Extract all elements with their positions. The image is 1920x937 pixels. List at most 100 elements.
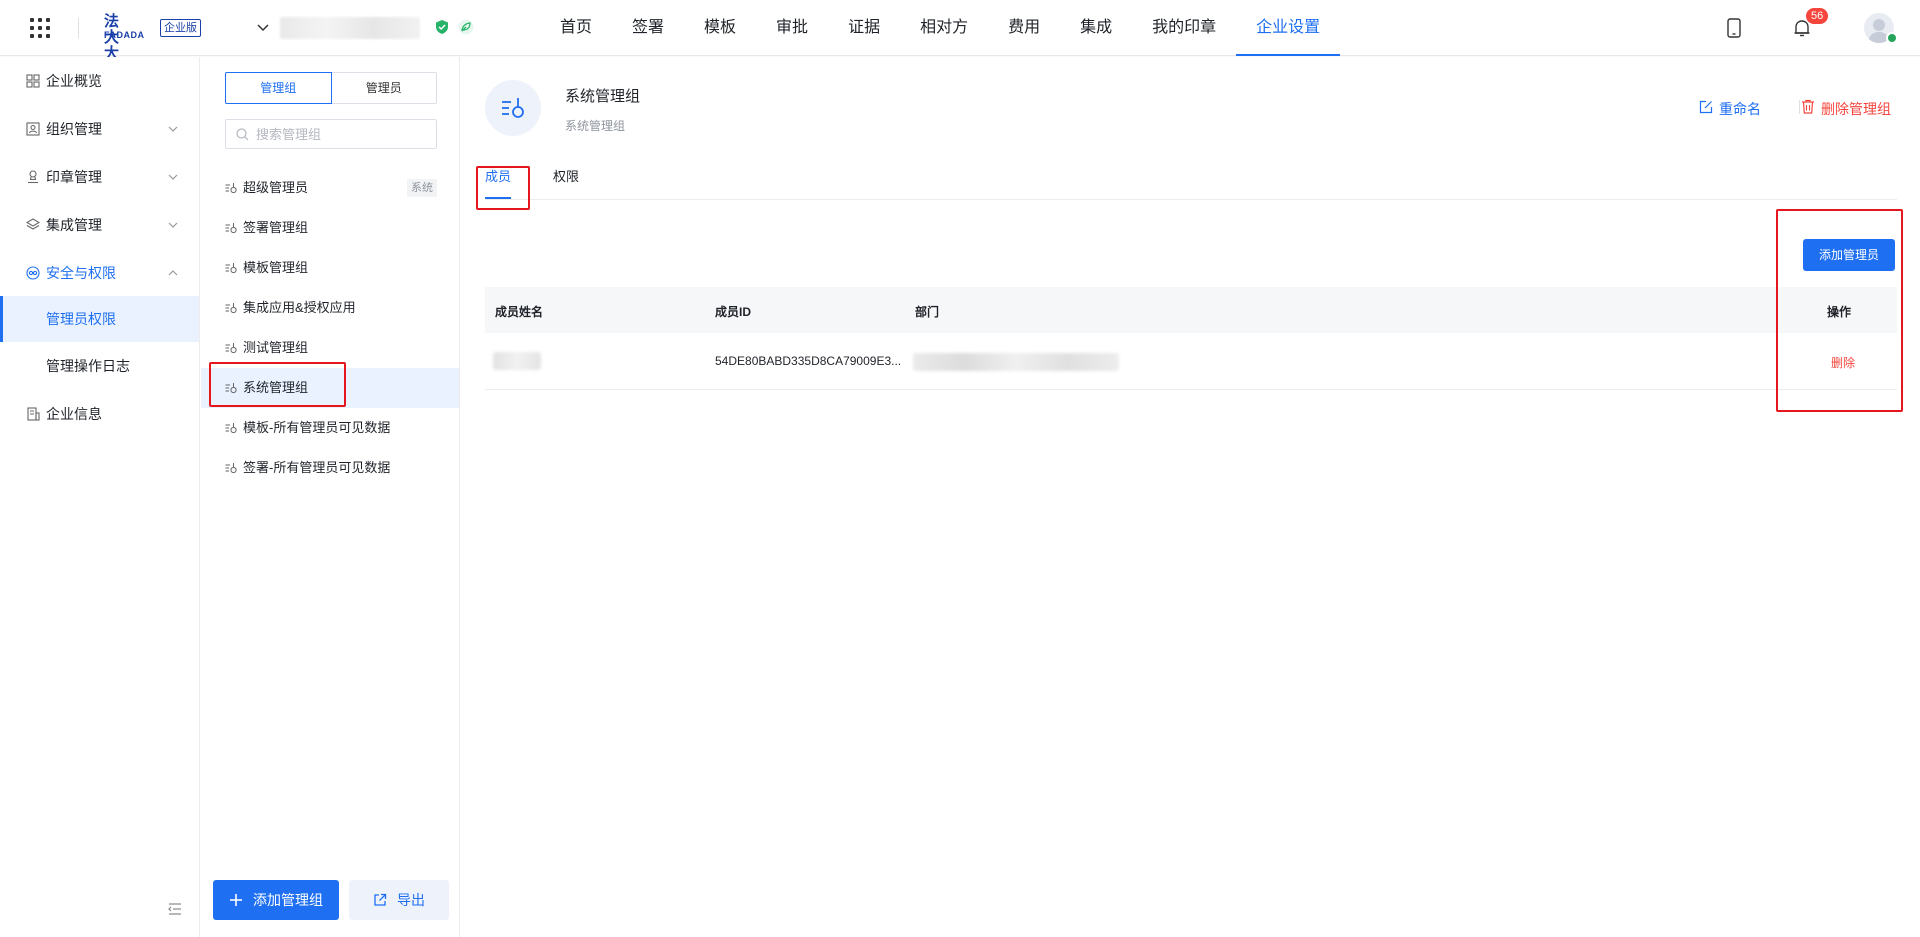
sidebar-item-label: 组织管理 [46, 121, 102, 137]
rename-label: 重命名 [1719, 101, 1761, 117]
nav-enterprise-settings[interactable]: 企业设置 [1236, 0, 1341, 56]
group-search-input[interactable] [256, 124, 428, 144]
org-name-blurred[interactable] [280, 17, 420, 39]
edition-badge: 企业版 [160, 19, 201, 37]
shield-check-icon [436, 20, 448, 34]
chevron-down-icon [168, 222, 178, 228]
nav-template[interactable]: 模板 [684, 0, 756, 56]
edit-icon [1699, 100, 1713, 114]
group-item-template[interactable]: 模板管理组 [201, 248, 459, 288]
system-tag: 系统 [407, 179, 437, 197]
col-department: 部门 [915, 305, 940, 319]
admin-group-icon [225, 343, 237, 354]
sidebar-item-label: 管理员权限 [46, 311, 116, 327]
nav-integration[interactable]: 集成 [1060, 0, 1132, 56]
sidebar-item-security[interactable]: 安全与权限 [0, 251, 199, 295]
admin-group-icon [225, 263, 237, 274]
sidebar-item-org[interactable]: 组织管理 [0, 107, 199, 151]
tab-members[interactable]: 成员 [485, 167, 512, 199]
group-item-label: 系统管理组 [243, 380, 309, 395]
app-grid-icon[interactable] [30, 18, 50, 38]
top-nav: 首页 签署 模板 审批 证据 相对方 费用 集成 我的印章 企业设置 [540, 0, 1341, 56]
group-item-integration-apps[interactable]: 集成应用&授权应用 [201, 288, 459, 328]
export-icon [374, 893, 387, 906]
detail-tabs: 成员 权限 [485, 167, 1897, 200]
add-admin-button[interactable]: 添加管理员 [1803, 239, 1895, 271]
segment-admins[interactable]: 管理员 [331, 72, 437, 104]
nav-counterparty[interactable]: 相对方 [900, 0, 988, 56]
sidebar-item-enterprise-info[interactable]: 企业信息 [0, 392, 199, 436]
table-row: 54DE80BABD335D8CA79009E3... 删除 [485, 333, 1897, 390]
admin-group-icon [502, 98, 524, 118]
logo-text-en: FADADA [104, 30, 145, 40]
sidebar-item-overview[interactable]: 企业概览 [0, 59, 199, 103]
divider [78, 18, 79, 38]
admin-group-icon [225, 303, 237, 314]
group-admin-segment: 管理组 管理员 [225, 72, 437, 104]
building-icon [27, 407, 40, 421]
nav-fees[interactable]: 费用 [988, 0, 1060, 56]
sidebar-item-label: 企业概览 [46, 73, 102, 89]
rename-button[interactable]: 重命名 [1699, 99, 1761, 119]
add-group-label: 添加管理组 [253, 892, 323, 908]
member-id-cell: 54DE80BABD335D8CA79009E3... [715, 354, 902, 368]
group-search [225, 119, 437, 149]
admin-group-icon [225, 423, 237, 434]
add-group-button[interactable]: 添加管理组 [213, 880, 339, 920]
notification-count-badge: 56 [1806, 8, 1829, 24]
members-table: 成员姓名 成员ID 部门 操作 54DE80BABD335D8CA79009E3… [485, 287, 1897, 390]
group-item-label: 签署管理组 [243, 220, 309, 235]
security-link-icon [26, 266, 40, 280]
group-title: 系统管理组 [565, 88, 641, 105]
divider [1799, 100, 1800, 114]
admin-group-icon [225, 183, 237, 194]
export-button[interactable]: 导出 [349, 880, 449, 920]
group-item-system[interactable]: 系统管理组 [201, 368, 459, 408]
nav-home[interactable]: 首页 [540, 0, 612, 56]
group-item-label: 模板-所有管理员可见数据 [243, 420, 391, 435]
admin-group-icon [225, 463, 237, 474]
trash-icon [1802, 99, 1814, 114]
nav-my-seal[interactable]: 我的印章 [1132, 0, 1236, 56]
group-avatar [485, 80, 541, 136]
group-item-label: 集成应用&授权应用 [243, 300, 356, 315]
chevron-down-icon[interactable] [256, 20, 270, 34]
chevron-up-icon [168, 270, 178, 276]
group-item-sign[interactable]: 签署管理组 [201, 208, 459, 248]
tab-permissions[interactable]: 权限 [553, 167, 579, 199]
nav-sign[interactable]: 签署 [612, 0, 684, 56]
member-name-blurred [493, 352, 541, 370]
leaf-icon [458, 19, 474, 35]
delete-group-button[interactable]: 删除管理组 [1801, 99, 1891, 119]
seal-icon [28, 170, 38, 184]
chevron-down-icon [168, 126, 178, 132]
sidebar-item-seal[interactable]: 印章管理 [0, 155, 199, 199]
col-member-name: 成员姓名 [495, 305, 544, 319]
segment-groups[interactable]: 管理组 [225, 72, 332, 104]
delete-member-button[interactable]: 删除 [1831, 354, 1855, 371]
delete-group-label: 删除管理组 [1821, 101, 1891, 117]
col-actions: 操作 [1827, 305, 1852, 319]
col-member-id: 成员ID [715, 305, 752, 319]
group-item-test[interactable]: 测试管理组 [201, 328, 459, 368]
nav-approval[interactable]: 审批 [756, 0, 828, 56]
layers-icon [26, 218, 40, 230]
sidebar-item-operation-log[interactable]: 管理操作日志 [0, 344, 199, 388]
group-item-template-all-visible[interactable]: 模板-所有管理员可见数据 [201, 408, 459, 448]
sidebar-item-integration[interactable]: 集成管理 [0, 203, 199, 247]
sidebar-item-label: 印章管理 [46, 169, 102, 185]
sidebar: 企业概览 组织管理 印章管理 集成管理 安全与权限 管理员权限 管理操作日志 企… [0, 57, 200, 937]
search-icon [236, 128, 249, 141]
export-label: 导出 [397, 892, 425, 908]
mobile-icon[interactable] [1726, 18, 1742, 38]
sidebar-item-label: 安全与权限 [46, 265, 116, 281]
group-item-sign-all-visible[interactable]: 签署-所有管理员可见数据 [201, 448, 459, 488]
group-item-super-admin[interactable]: 超级管理员 系统 [201, 168, 459, 208]
collapse-sidebar-icon[interactable] [168, 903, 182, 915]
chevron-down-icon [168, 174, 178, 180]
group-item-label: 超级管理员 [243, 180, 309, 195]
org-icon [26, 122, 40, 136]
sidebar-item-admin-permissions[interactable]: 管理员权限 [0, 296, 199, 342]
sidebar-item-label: 集成管理 [46, 217, 102, 233]
nav-evidence[interactable]: 证据 [828, 0, 900, 56]
